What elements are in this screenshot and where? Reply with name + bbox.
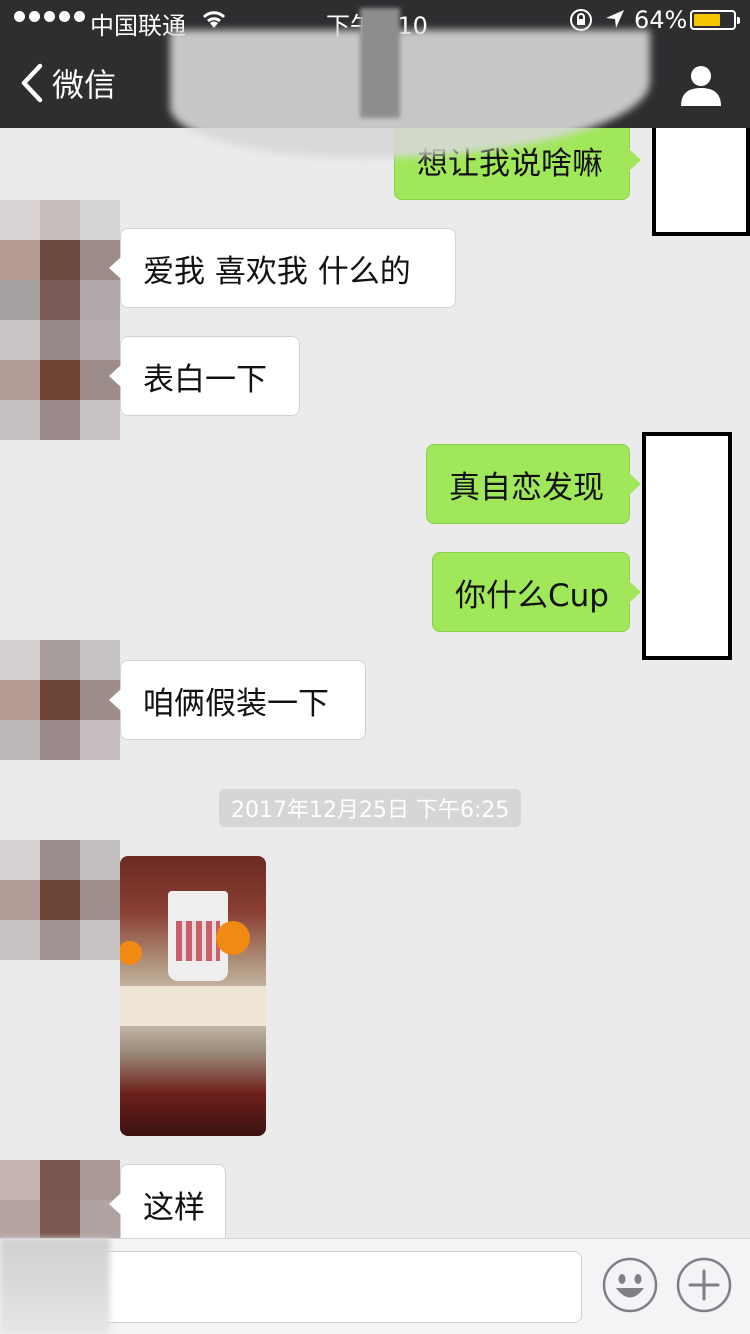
message-incoming[interactable]: 爱我 喜欢我 什么的	[109, 228, 456, 308]
profile-icon[interactable]	[678, 62, 724, 108]
message-text: 真自恋发现	[426, 444, 641, 524]
back-button[interactable]: 微信	[16, 58, 116, 108]
message-text: 咱俩假装一下	[109, 660, 366, 740]
redaction-box	[652, 128, 750, 236]
message-outgoing[interactable]: 真自恋发现	[426, 444, 641, 524]
message-image[interactable]	[120, 856, 266, 1136]
signal-dots-icon	[14, 11, 85, 22]
message-text: 表白一下	[109, 336, 300, 416]
message-text: 你什么Cup	[432, 552, 641, 632]
avatar[interactable]	[0, 640, 120, 760]
avatar[interactable]	[0, 200, 120, 440]
avatar[interactable]	[0, 840, 120, 960]
emoji-icon[interactable]	[602, 1257, 658, 1313]
message-outgoing[interactable]: 你什么Cup	[432, 552, 641, 632]
avatar[interactable]	[0, 1160, 120, 1238]
chat-area[interactable]: 想让我说啥嘛 爱我 喜欢我 什么的 表白一下 真自恋发现 你什么Cup 咱俩假装…	[0, 128, 750, 1238]
blurred-redaction	[360, 8, 400, 118]
message-incoming[interactable]: 咱俩假装一下	[109, 660, 366, 740]
message-incoming[interactable]: 这样	[109, 1164, 226, 1238]
blurred-redaction	[0, 1238, 110, 1334]
input-bar	[0, 1238, 750, 1334]
battery-icon	[690, 10, 740, 30]
timestamp-label: 2017年12月25日 下午6:25	[219, 789, 522, 827]
message-text: 爱我 喜欢我 什么的	[109, 228, 456, 308]
message-incoming[interactable]: 表白一下	[109, 336, 300, 416]
message-input[interactable]	[94, 1251, 582, 1323]
message-text: 这样	[109, 1164, 226, 1238]
back-label: 微信	[52, 66, 117, 104]
redaction-box	[642, 432, 732, 660]
plus-icon[interactable]	[676, 1257, 732, 1313]
chevron-left-icon	[21, 63, 43, 103]
